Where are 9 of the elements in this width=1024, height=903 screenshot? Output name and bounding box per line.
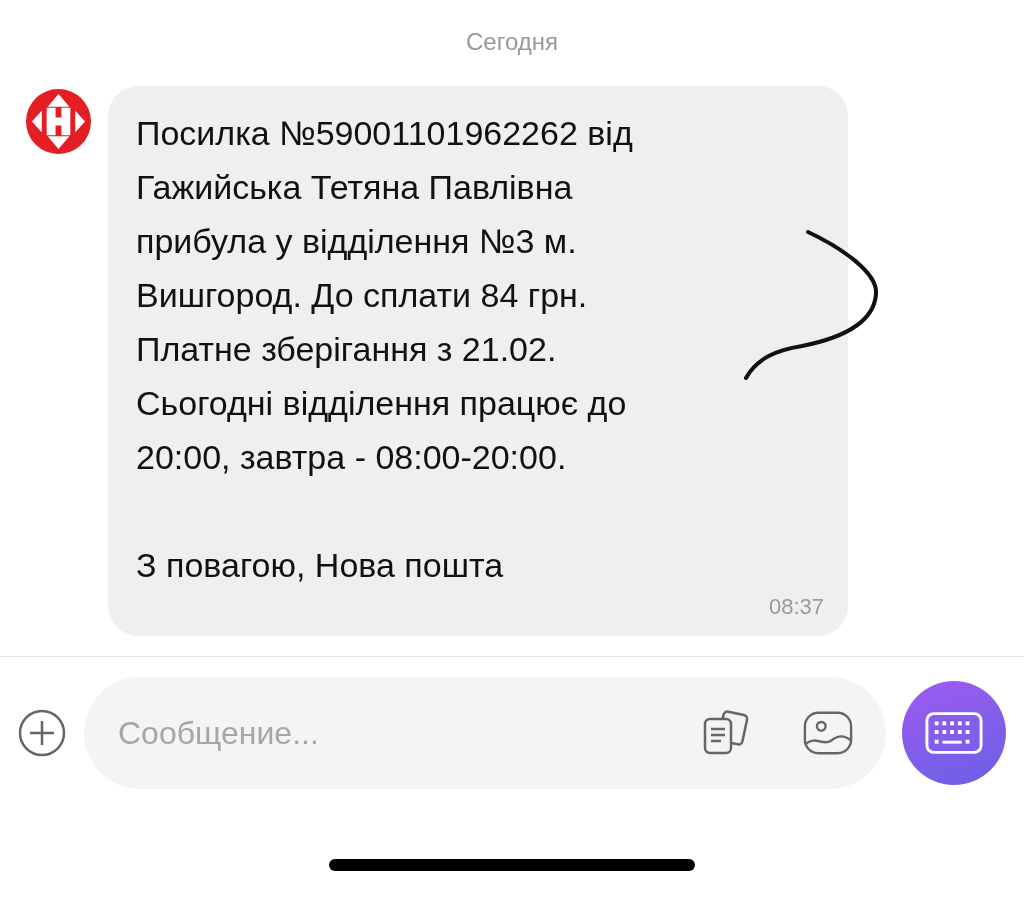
date-label: Сегодня [465, 27, 559, 56]
add-icon[interactable] [18, 709, 66, 757]
message-text: З повагою, Нова пошта [136, 545, 504, 586]
logo-icon [25, 88, 92, 155]
message-time: 08:37 [767, 594, 824, 620]
image-icon[interactable] [802, 709, 854, 757]
message-input[interactable]: Сообщение... [116, 713, 650, 753]
keyboard-icon [925, 711, 983, 755]
message-text: Посилка №59001101962262 від Гажийська Тетяна Павлівна прибула у відділення №3 м. Вишгород. До сплати 84 грн. Платне зберігання з 21.02. Сьогодні відділення працює до 20:00, завтра - 08:00-20:00. [136, 113, 633, 478]
